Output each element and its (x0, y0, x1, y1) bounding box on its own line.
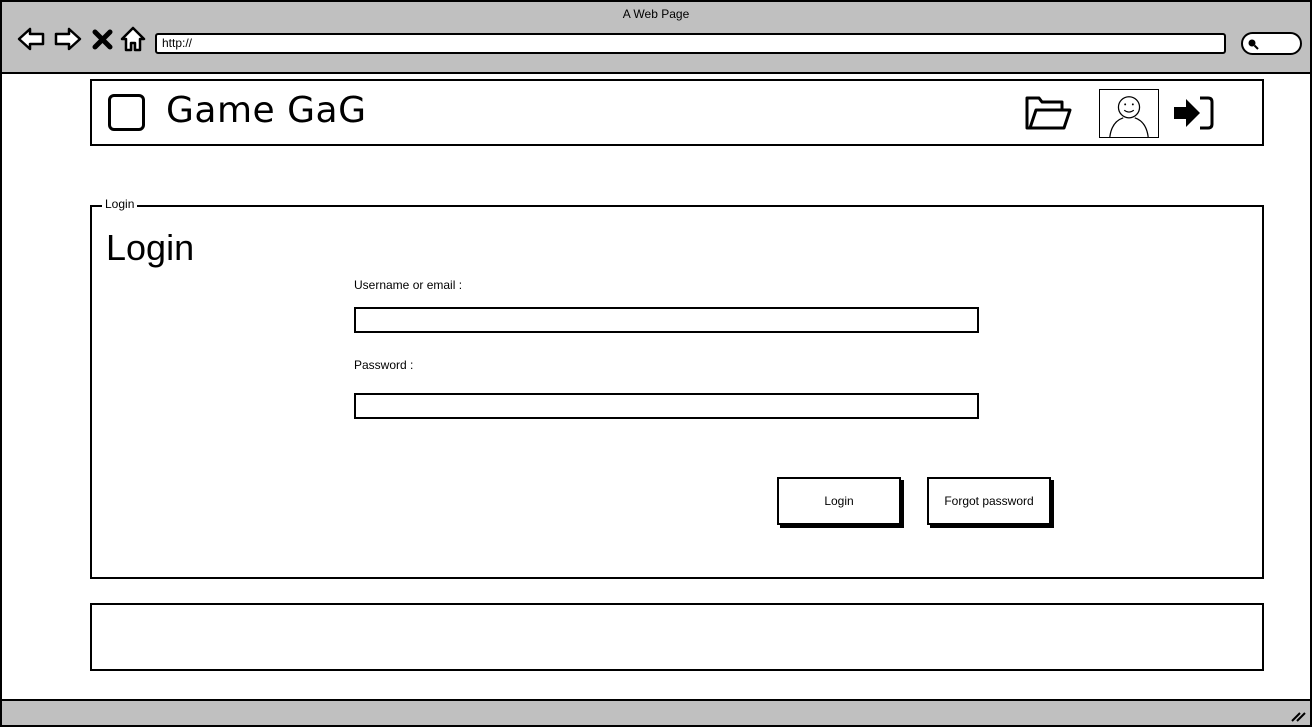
login-fieldset: Login Login Username or email : Password… (90, 197, 1264, 579)
window-title: A Web Page (622, 7, 690, 21)
site-header: Game GaG (90, 79, 1264, 146)
url-input[interactable]: http:// (155, 33, 1226, 54)
home-icon[interactable] (118, 24, 148, 54)
status-bar (2, 699, 1310, 725)
forward-arrow-icon[interactable] (53, 24, 83, 54)
browser-window: A Web Page http:// Game GaG Login Login … (0, 0, 1312, 727)
login-button[interactable]: Login (777, 477, 901, 525)
resize-grip-icon[interactable] (1290, 707, 1306, 723)
site-title: Game GaG (166, 90, 367, 131)
logo-placeholder (108, 94, 145, 131)
password-label: Password : (354, 358, 414, 372)
fieldset-legend: Login (102, 197, 138, 211)
site-footer (90, 603, 1264, 671)
sign-in-icon[interactable] (1172, 93, 1216, 133)
password-input[interactable] (354, 393, 979, 419)
back-arrow-icon[interactable] (16, 24, 46, 54)
page-title: Login (106, 227, 195, 268)
user-avatar[interactable] (1099, 89, 1159, 138)
username-input[interactable] (354, 307, 979, 333)
close-x-icon[interactable] (90, 24, 116, 54)
forgot-password-button[interactable]: Forgot password (927, 477, 1051, 525)
folder-open-icon[interactable] (1024, 93, 1074, 133)
browser-toolbar: A Web Page http:// (2, 2, 1310, 74)
username-label: Username or email : (354, 278, 463, 292)
browser-search-field[interactable] (1241, 32, 1302, 55)
